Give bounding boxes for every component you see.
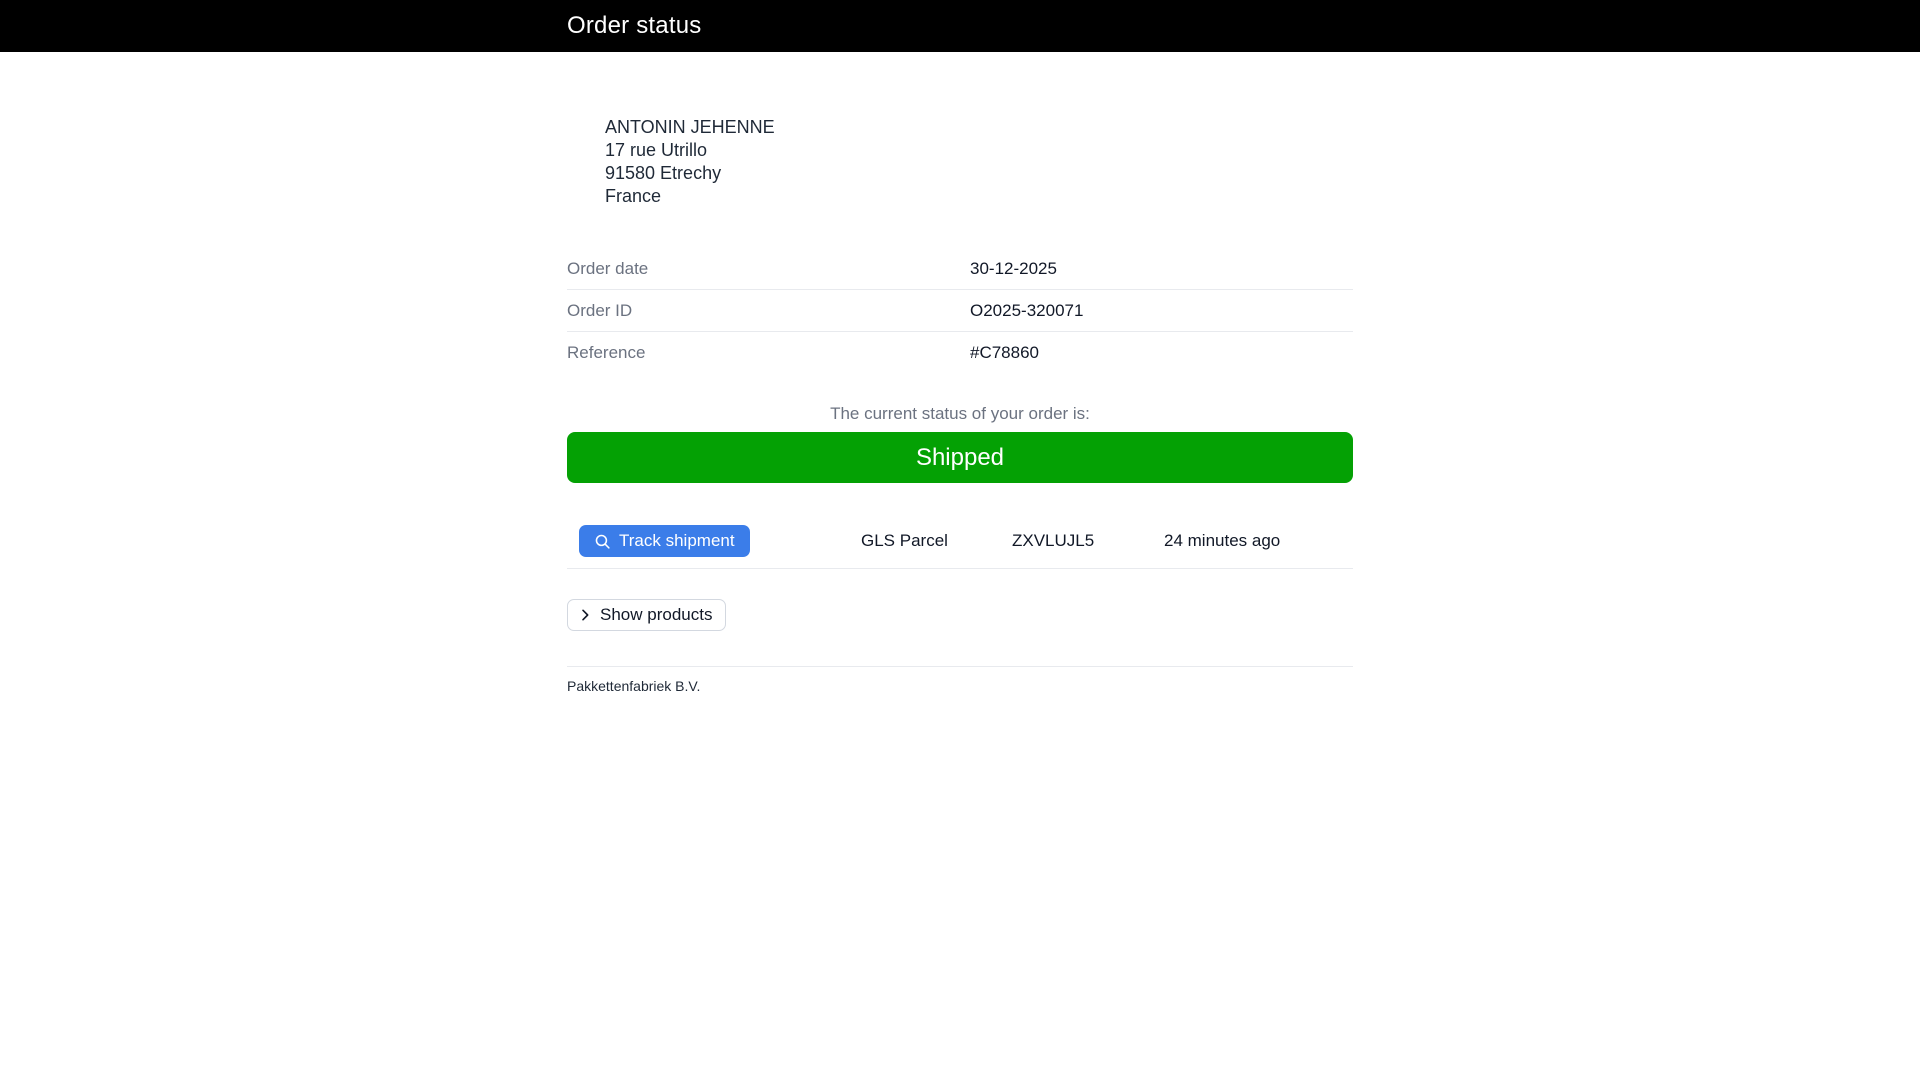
order-id-value: O2025-320071 bbox=[970, 300, 1084, 320]
order-date-value: 30-12-2025 bbox=[970, 258, 1057, 278]
recipient-name: ANTONIN JEHENNE bbox=[605, 117, 775, 137]
recipient-address: ANTONIN JEHENNE 17 rue Utrillo 91580 Etr… bbox=[605, 116, 1353, 208]
table-row: Order ID O2025-320071 bbox=[567, 290, 1353, 332]
recipient-city: 91580 Etrechy bbox=[605, 163, 722, 183]
table-row: Reference #C78860 bbox=[567, 332, 1353, 374]
footer-divider bbox=[567, 666, 1353, 667]
shipment-row: Track shipment GLS Parcel ZXVLUJL5 24 mi… bbox=[567, 525, 1353, 569]
carrier-name: GLS Parcel bbox=[861, 531, 948, 550]
status-badge: Shipped bbox=[567, 432, 1353, 483]
table-row: Order date 30-12-2025 bbox=[567, 248, 1353, 290]
reference-label: Reference bbox=[567, 343, 646, 362]
company-name: Pakkettenfabriek B.V. bbox=[567, 678, 701, 694]
shipment-time-ago: 24 minutes ago bbox=[1164, 531, 1281, 550]
header-bar: Order status bbox=[0, 0, 1920, 52]
reference-value: #C78860 bbox=[970, 343, 1040, 362]
show-products-label: Show products bbox=[600, 605, 713, 624]
chevron-right-icon bbox=[577, 607, 593, 623]
tracking-code: ZXVLUJL5 bbox=[1012, 531, 1095, 550]
search-icon bbox=[594, 533, 611, 550]
order-details-table: Order date 30-12-2025 Order ID O2025-320… bbox=[567, 248, 1353, 374]
recipient-street: 17 rue Utrillo bbox=[605, 140, 708, 160]
track-shipment-button[interactable]: Track shipment bbox=[579, 525, 750, 557]
track-shipment-label: Track shipment bbox=[619, 531, 735, 550]
recipient-country: France bbox=[605, 186, 662, 206]
order-id-label: Order ID bbox=[567, 300, 633, 320]
status-intro-text: The current status of your order is: bbox=[830, 404, 1090, 423]
order-date-label: Order date bbox=[567, 258, 649, 278]
page-title: Order status bbox=[567, 12, 702, 39]
track-button-cell: Track shipment bbox=[567, 525, 861, 557]
show-products-button[interactable]: Show products bbox=[567, 599, 727, 631]
order-status-panel: ANTONIN JEHENNE 17 rue Utrillo 91580 Etr… bbox=[567, 116, 1353, 694]
